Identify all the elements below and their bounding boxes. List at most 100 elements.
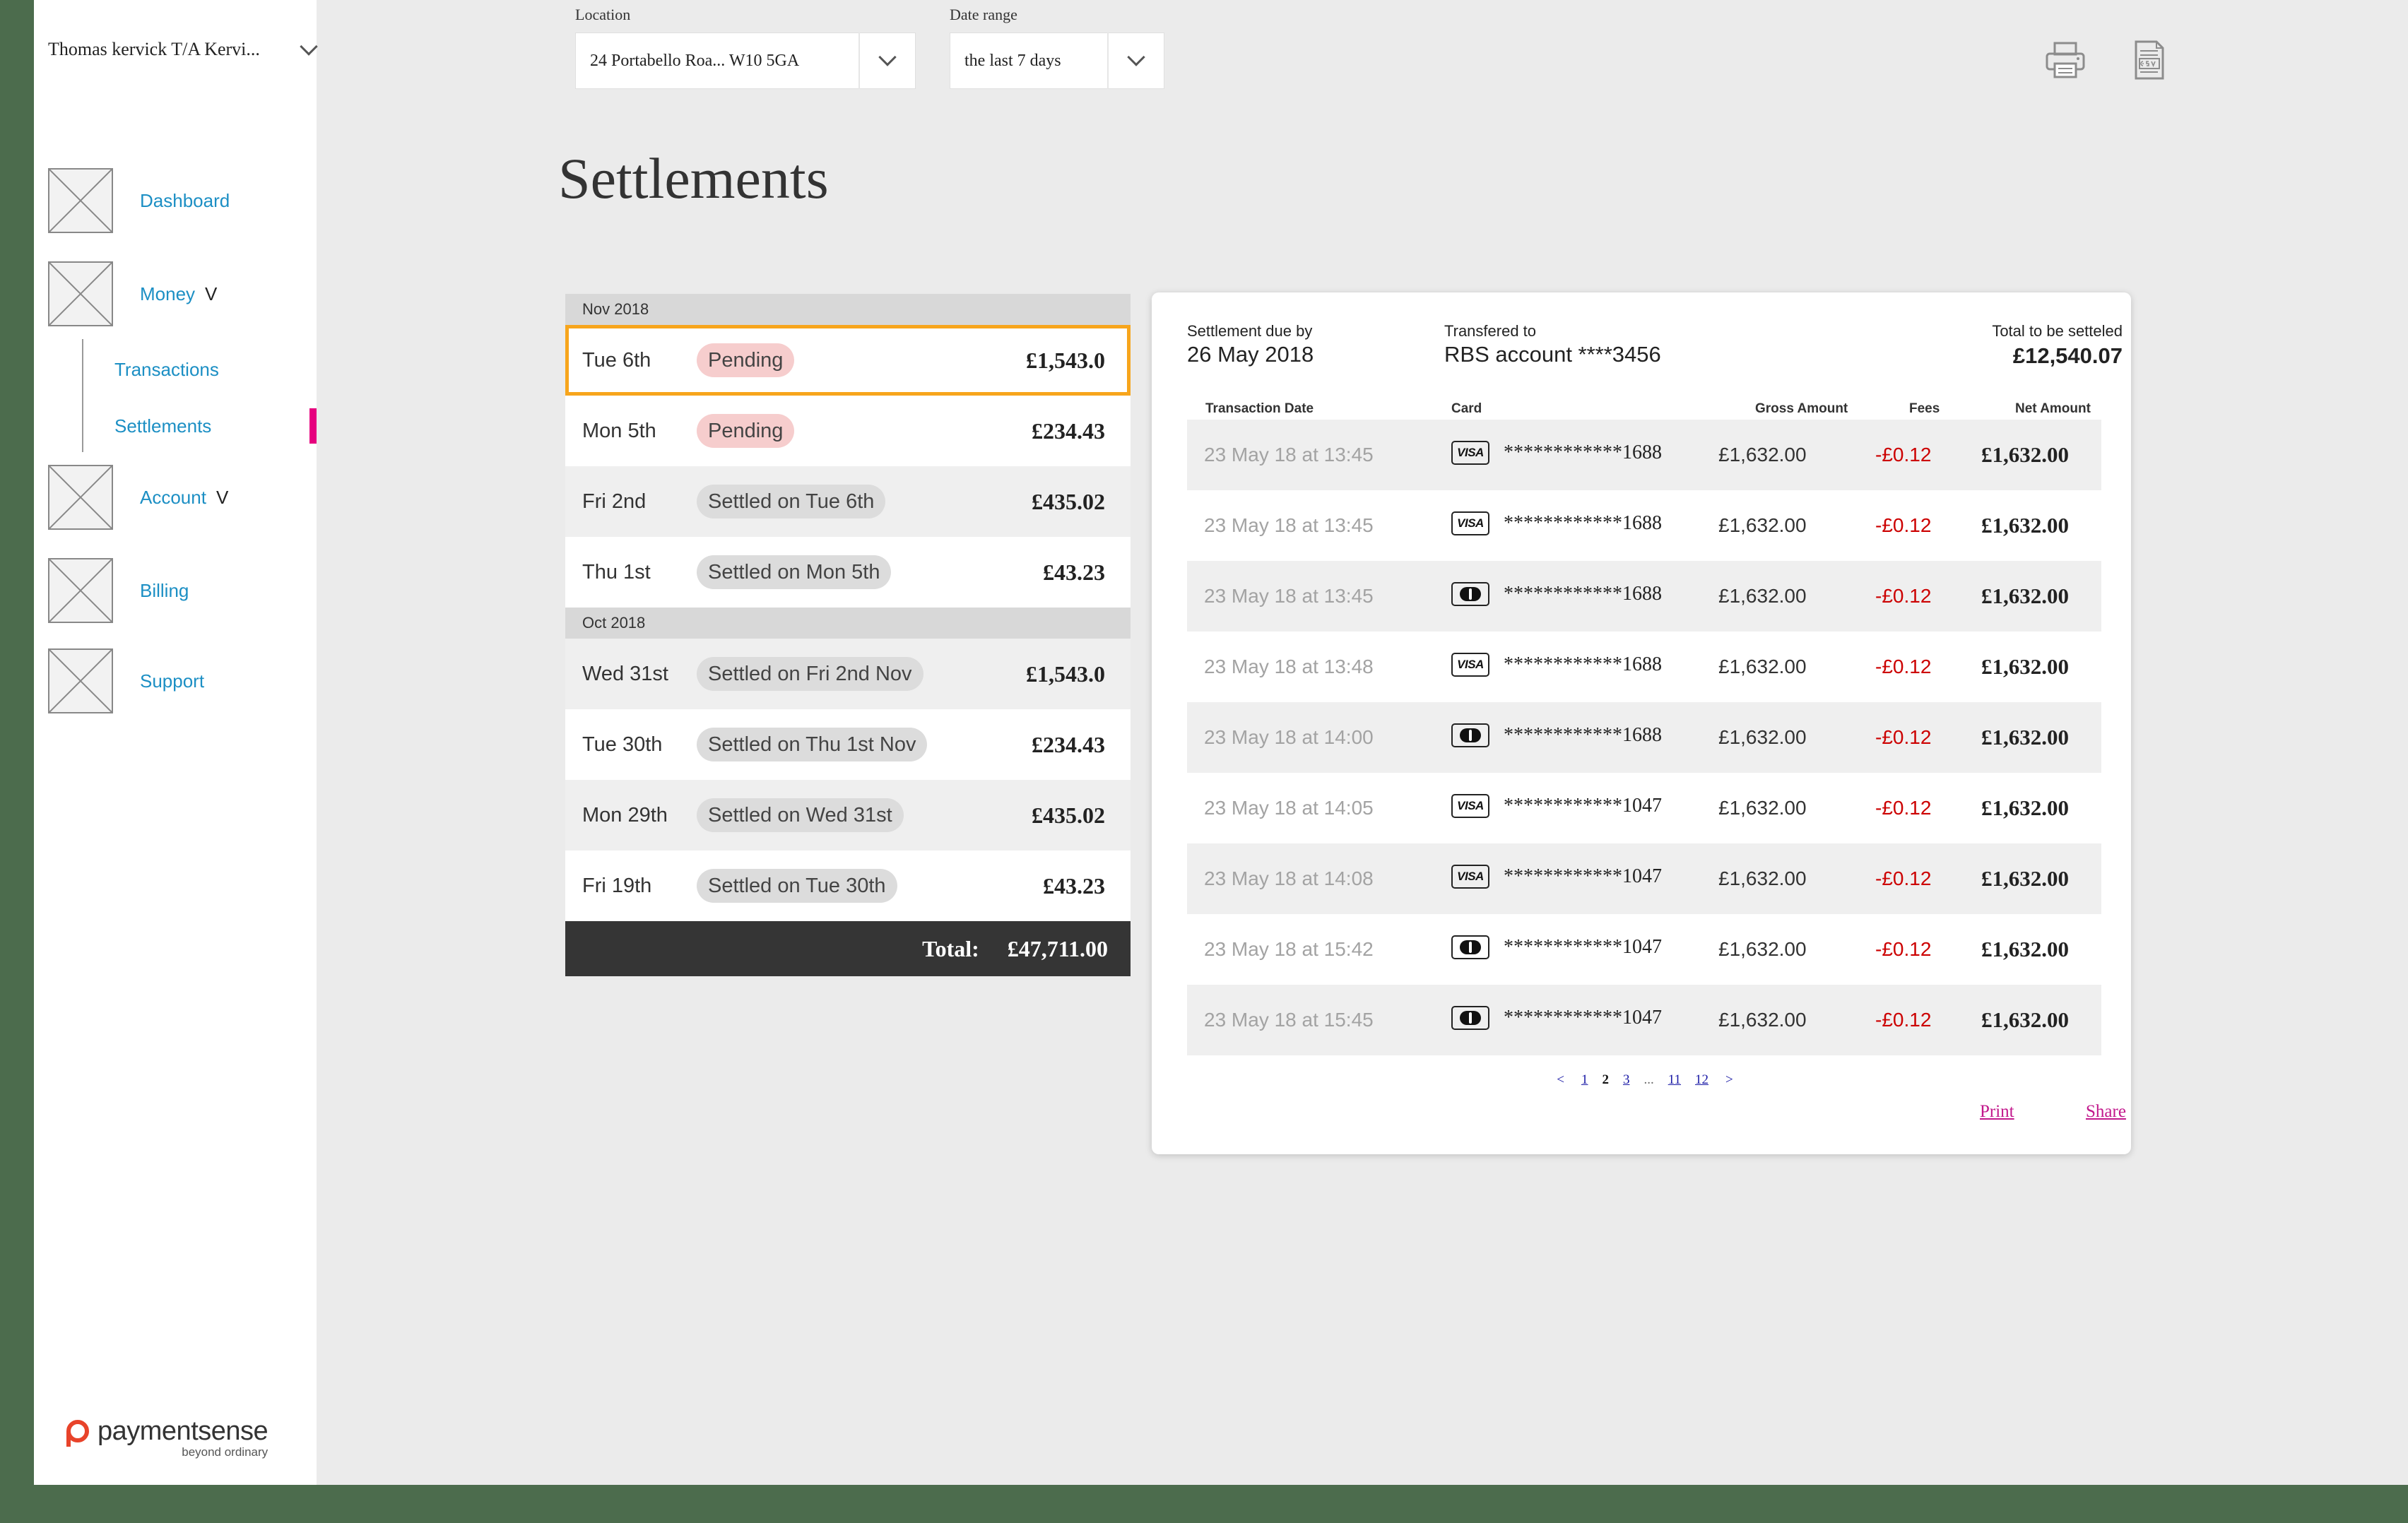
money-icon (48, 261, 113, 326)
settlement-row[interactable]: Wed 31st Settled on Fri 2nd Nov £1,543.0 (565, 639, 1131, 709)
gross-amount: £1,632.00 (1718, 444, 1807, 466)
paymentsense-logo-icon (66, 1420, 89, 1447)
total-value: £47,711.00 (1007, 935, 1108, 961)
net-amount: £1,632.00 (1981, 795, 2069, 820)
settlement-row[interactable]: Fri 19th Settled on Tue 30th £43.23 (565, 851, 1131, 921)
pagination-prev[interactable]: < (1557, 1072, 1564, 1088)
gross-amount: £1,632.00 (1718, 726, 1807, 748)
date-range-dropdown[interactable]: the last 7 days (950, 32, 1164, 89)
col-gross-amount: Gross Amount (1755, 401, 1848, 416)
transaction-row[interactable]: 23 May 18 at 14:05 VISA ************1047 … (1187, 773, 2101, 843)
active-nav-indicator (309, 408, 317, 444)
money-expand-caret[interactable]: V (205, 283, 217, 305)
fee-amount: -£0.12 (1875, 938, 1932, 960)
card-number: ************1688 (1504, 583, 1662, 605)
transaction-row[interactable]: 23 May 18 at 13:45 ************1688 £1,6… (1187, 561, 2101, 632)
brand-logo: paymentsense beyond ordinary (66, 1417, 268, 1459)
print-link[interactable]: Print (1980, 1102, 2014, 1122)
transaction-row[interactable]: 23 May 18 at 14:08 VISA ************1047 … (1187, 843, 2101, 914)
csv-icon[interactable] (2134, 40, 2165, 81)
page-link-3[interactable]: 3 (1623, 1072, 1630, 1088)
brand-name: paymentsense (98, 1416, 268, 1446)
nav-item-dashboard[interactable]: Dashboard (48, 168, 230, 233)
support-icon (48, 648, 113, 713)
sidebar: Thomas kervick T/A Kervi... Dashboard Mo… (34, 0, 318, 1485)
nav-subitem-settlements[interactable]: Settlements (114, 415, 211, 437)
transaction-row[interactable]: 23 May 18 at 13:48 VISA ************1688 … (1187, 632, 2101, 702)
settlement-day: Mon 29th (582, 803, 668, 826)
fee-amount: -£0.12 (1875, 726, 1932, 748)
page-link-12[interactable]: 12 (1695, 1072, 1708, 1088)
net-amount: £1,632.00 (1981, 866, 2069, 891)
transaction-row[interactable]: 23 May 18 at 15:45 ************1047 £1,6… (1187, 985, 2101, 1055)
gross-amount: £1,632.00 (1718, 1009, 1807, 1031)
gross-amount: £1,632.00 (1718, 867, 1807, 889)
chevron-down-icon (300, 37, 318, 56)
nav-label-money: Money (140, 283, 196, 304)
location-dropdown-button[interactable] (858, 32, 915, 89)
transaction-date: 23 May 18 at 14:05 (1204, 797, 1374, 819)
gross-amount: £1,632.00 (1718, 797, 1807, 819)
net-amount: £1,632.00 (1981, 583, 2069, 608)
settlement-amount: £234.43 (1032, 417, 1105, 444)
settlement-row[interactable]: Mon 5th Pending £234.43 (565, 396, 1131, 466)
transaction-row[interactable]: 23 May 18 at 14:00 ************1688 £1,6… (1187, 702, 2101, 773)
transaction-row[interactable]: 23 May 18 at 13:45 VISA ************1688 … (1187, 490, 2101, 561)
nav-item-billing[interactable]: Billing (48, 558, 189, 623)
date-range-dropdown-button[interactable] (1107, 32, 1164, 89)
settlement-day: Tue 30th (582, 733, 663, 756)
printer-icon[interactable] (2045, 41, 2086, 79)
fee-amount: -£0.12 (1875, 444, 1932, 466)
account-selector[interactable]: Thomas kervick T/A Kervi... (48, 35, 338, 64)
pagination-next[interactable]: > (1725, 1072, 1733, 1088)
card-number: ************1047 (1504, 1007, 1662, 1029)
location-dropdown[interactable]: 24 Portabello Roa... W10 5GA (575, 32, 916, 89)
nav-label-support: Support (140, 670, 205, 692)
settlement-row-selected[interactable]: Tue 6th Pending £1,543.0 (565, 325, 1131, 396)
settlement-row[interactable]: Thu 1st Settled on Mon 5th £43.23 (565, 537, 1131, 608)
settlement-amount: £43.23 (1043, 559, 1105, 585)
net-amount: £1,632.00 (1981, 725, 2069, 749)
settlement-row[interactable]: Mon 29th Settled on Wed 31st £435.02 (565, 780, 1131, 851)
transaction-row[interactable]: 23 May 18 at 13:45 VISA ************1688 … (1187, 420, 2101, 490)
card-number: ************1688 (1504, 442, 1662, 463)
settlement-row[interactable]: Tue 30th Settled on Thu 1st Nov £234.43 (565, 709, 1131, 780)
settlement-total-bar: Total: £47,711.00 (565, 921, 1131, 976)
settlement-amount: £1,543.0 (1026, 347, 1105, 373)
chevron-down-icon (878, 48, 897, 66)
fee-amount: -£0.12 (1875, 585, 1932, 607)
account-expand-caret[interactable]: V (216, 487, 228, 509)
account-name: Thomas kervick T/A Kervi... (48, 39, 260, 59)
settlement-day: Wed 31st (582, 662, 668, 685)
gross-amount: £1,632.00 (1718, 585, 1807, 607)
fee-amount: -£0.12 (1875, 656, 1932, 677)
page-link-11[interactable]: 11 (1668, 1072, 1681, 1088)
status-badge: Settled on Mon 5th (697, 555, 892, 589)
due-label: Settlement due by (1187, 322, 1313, 340)
col-card: Card (1451, 401, 1482, 416)
settlement-row[interactable]: Fri 2nd Settled on Tue 6th £435.02 (565, 466, 1131, 537)
transaction-table: 23 May 18 at 13:45 VISA ************1688 … (1187, 420, 2101, 1055)
fee-amount: -£0.12 (1875, 1009, 1932, 1031)
visa-card-icon: VISA (1451, 441, 1489, 465)
transaction-row[interactable]: 23 May 18 at 15:42 ************1047 £1,6… (1187, 914, 2101, 985)
col-net-amount: Net Amount (2015, 401, 2091, 416)
visa-card-icon: VISA (1451, 653, 1489, 677)
chevron-down-icon (1127, 48, 1145, 66)
mastercard-card-icon (1451, 1006, 1489, 1030)
card-number: ************1688 (1504, 512, 1662, 534)
nav-item-account[interactable]: Account V (48, 465, 228, 530)
transaction-date: 23 May 18 at 15:42 (1204, 938, 1374, 960)
nav-subitem-transactions[interactable]: Transactions (114, 359, 219, 381)
page-link-1[interactable]: 1 (1581, 1072, 1588, 1088)
nav-item-money[interactable]: Money V (48, 261, 217, 326)
status-badge: Settled on Tue 6th (697, 485, 886, 518)
settlement-day: Mon 5th (582, 419, 656, 442)
transaction-date: 23 May 18 at 14:08 (1204, 867, 1374, 889)
card-number: ************1688 (1504, 724, 1662, 746)
transaction-date: 23 May 18 at 14:00 (1204, 726, 1374, 748)
page-current: 2 (1602, 1072, 1609, 1087)
settlement-day: Fri 2nd (582, 490, 647, 513)
nav-item-support[interactable]: Support (48, 648, 204, 713)
share-link[interactable]: Share (2086, 1102, 2126, 1122)
